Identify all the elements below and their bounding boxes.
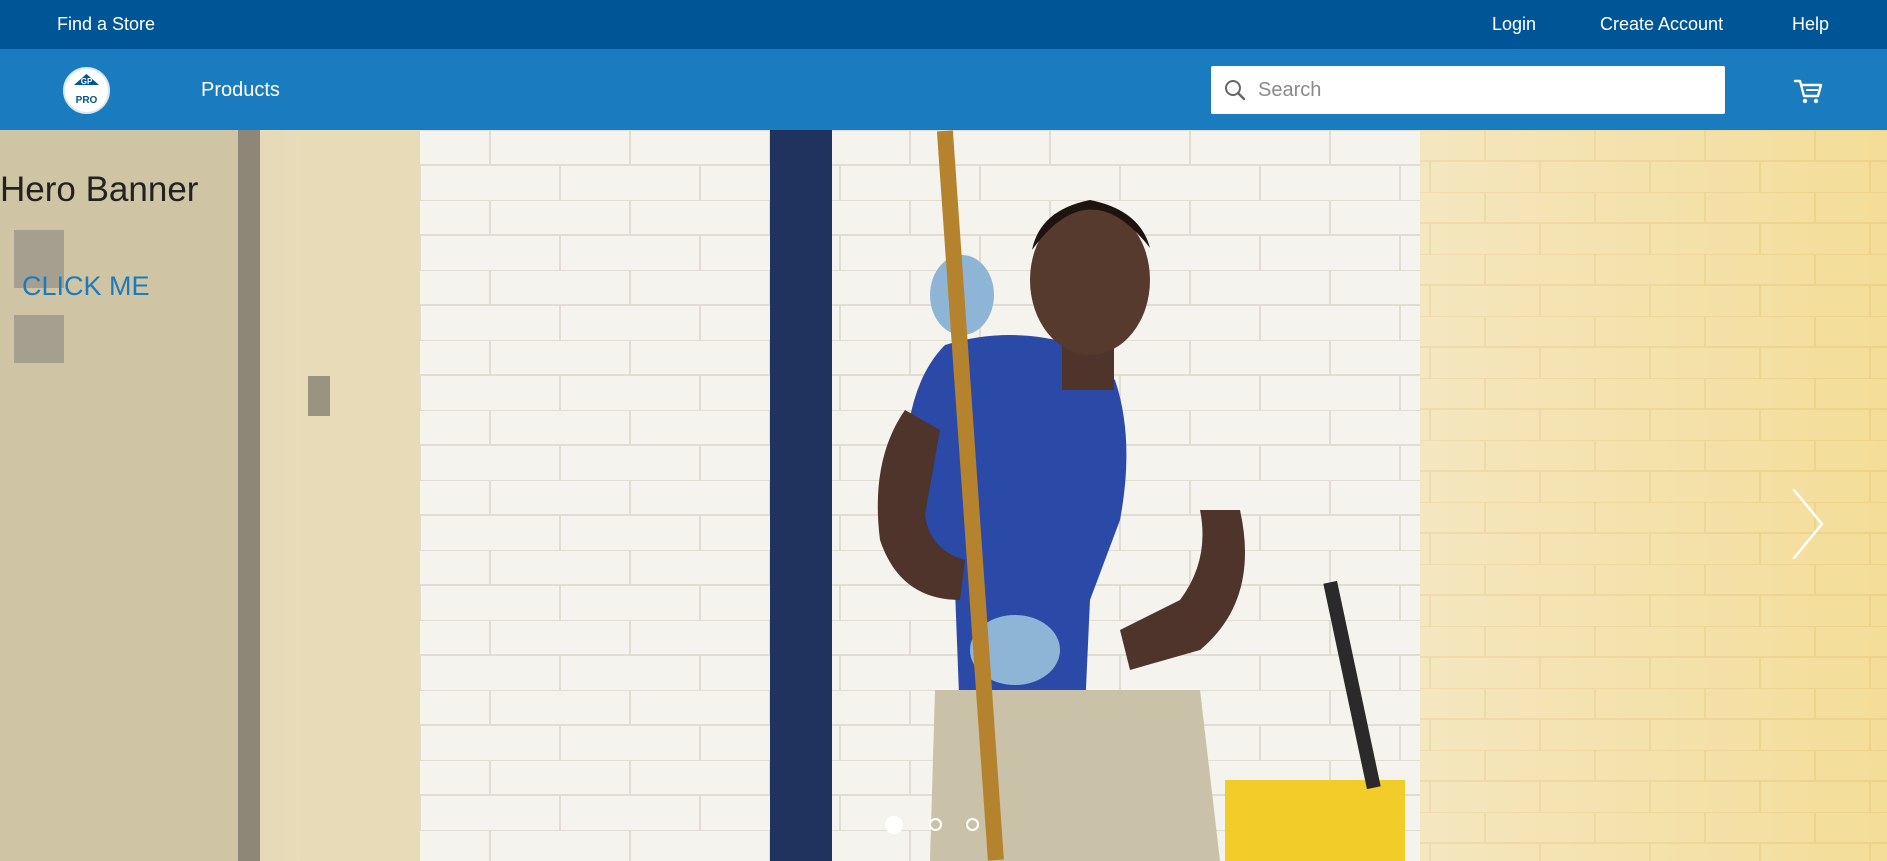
top-utility-bar: Find a Store Login Create Account Help (0, 0, 1887, 49)
chevron-right-icon[interactable] (1788, 486, 1828, 562)
gp-pro-logo[interactable]: GP PRO (63, 67, 110, 114)
search-input[interactable] (1258, 66, 1718, 114)
carousel-dot-3[interactable] (966, 818, 979, 831)
hero-banner: Hero Banner CLICK ME (0, 130, 1887, 861)
help-link[interactable]: Help (1792, 14, 1829, 34)
logo-mark-icon: GP (74, 74, 99, 86)
products-menu-link[interactable]: Products (201, 80, 280, 100)
hero-cta-link[interactable]: CLICK ME (22, 271, 150, 301)
hero-title: Hero Banner (0, 170, 199, 209)
logo-text-bottom: PRO (75, 95, 98, 106)
carousel-dot-2[interactable] (929, 818, 942, 831)
search-icon[interactable] (1223, 78, 1247, 102)
find-a-store-link[interactable]: Find a Store (57, 14, 155, 34)
carousel-dot-1[interactable] (885, 816, 903, 834)
create-account-link[interactable]: Create Account (1600, 14, 1723, 34)
login-link[interactable]: Login (1492, 14, 1536, 34)
logo-text-top: GP (81, 77, 93, 86)
search-box (1211, 66, 1725, 114)
hero-image (0, 130, 1887, 861)
cart-icon[interactable] (1793, 76, 1823, 106)
